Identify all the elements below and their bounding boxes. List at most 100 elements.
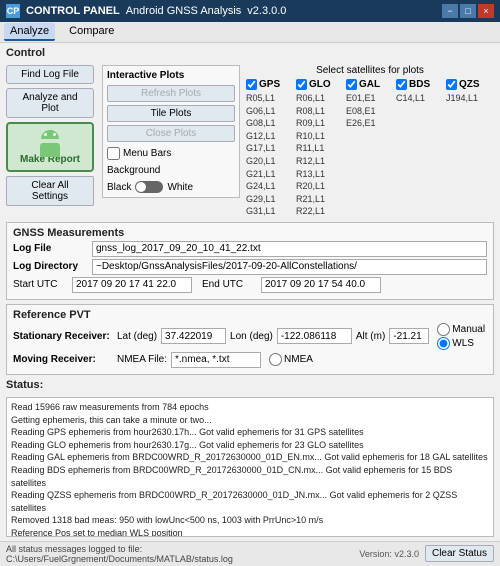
title-bar: CP CONTROL PANEL Android GNSS Analysis v… — [0, 0, 500, 22]
menu-analyze[interactable]: Analyze — [4, 23, 55, 41]
list-item: C14,L1 — [396, 92, 444, 105]
end-utc-input[interactable] — [261, 277, 381, 293]
log-dir-label: Log Directory — [13, 261, 88, 272]
alt-label: Alt (m) — [356, 331, 385, 342]
white-label: White — [167, 182, 193, 193]
list-item: G12,L1 — [246, 130, 294, 143]
bottom-bar: All status messages logged to file: C:\U… — [0, 541, 500, 566]
background-toggle[interactable] — [135, 181, 163, 193]
status-msg-3: Reading GPS ephemeris from hour2630.17h.… — [11, 426, 489, 439]
bds-label: BDS — [409, 79, 430, 90]
list-item: G20,L1 — [246, 155, 294, 168]
lon-label: Lon (deg) — [230, 331, 273, 342]
log-dir-input[interactable] — [92, 259, 487, 275]
bds-checkbox[interactable] — [396, 79, 407, 90]
glo-header: GLO — [296, 79, 344, 90]
lat-label: Lat (deg) — [117, 331, 157, 342]
bds-list: C14,L1 — [396, 92, 444, 105]
log-file-input[interactable] — [92, 241, 487, 257]
background-toggle-row: Black White — [107, 181, 235, 193]
nmea-file-input[interactable] — [171, 352, 261, 368]
wls-radio[interactable] — [437, 337, 450, 350]
main-content: Control Find Log File Analyze and Plot M… — [0, 43, 500, 541]
interactive-plots-title: Interactive Plots — [107, 70, 235, 81]
bottom-right: Version: v2.3.0 Clear Status — [359, 545, 494, 562]
manual-radio-label: Manual — [452, 324, 485, 335]
control-buttons: Find Log File Analyze and Plot Make Repo… — [6, 65, 96, 206]
version-label: Version: v2.3.0 — [359, 549, 419, 559]
glo-label: GLO — [309, 79, 331, 90]
list-item: R12,L1 — [296, 155, 344, 168]
app-version: v2.3.0.0 — [247, 5, 286, 17]
toggle-knob — [136, 182, 146, 192]
list-item: R22,L1 — [296, 205, 344, 218]
app-icon-text: CP — [7, 6, 20, 16]
wls-radio-row: WLS — [437, 337, 485, 350]
utc-row: Start UTC End UTC — [13, 277, 487, 293]
analyze-and-plot-button[interactable]: Analyze and Plot — [6, 88, 94, 118]
list-item: G29,L1 — [246, 193, 294, 206]
list-item: J194,L1 — [446, 92, 494, 105]
start-utc-input[interactable] — [72, 277, 192, 293]
gal-header: GAL — [346, 79, 394, 90]
pvt-radio-group: Manual WLS — [437, 323, 485, 350]
alt-input[interactable] — [389, 328, 429, 344]
find-log-file-button[interactable]: Find Log File — [6, 65, 94, 84]
gnss-section-label: GNSS Measurements — [13, 227, 487, 239]
qzs-list: J194,L1 — [446, 92, 494, 105]
gal-checkbox[interactable] — [346, 79, 357, 90]
manual-radio[interactable] — [437, 323, 450, 336]
gps-checkbox[interactable] — [246, 79, 257, 90]
plot-buttons: Refresh Plots Tile Plots Close Plots Men… — [107, 85, 235, 193]
status-msg-6: Reading BDS ephemeris from BRDC00WRD_R_2… — [11, 464, 489, 489]
interactive-plots-panel: Interactive Plots Refresh Plots Tile Plo… — [102, 65, 240, 198]
menu-compare[interactable]: Compare — [63, 23, 120, 41]
make-report-button[interactable]: Make Report — [6, 122, 94, 172]
satellite-selection-panel: Select satellites for plots GPS R05,L1 G… — [246, 65, 494, 218]
log-file-row: Log File — [13, 241, 487, 257]
nmea-radio[interactable] — [269, 353, 282, 366]
menu-bars-checkbox[interactable] — [107, 147, 120, 160]
pvt-section-label: Reference PVT — [13, 309, 487, 321]
list-item: E26,E1 — [346, 117, 394, 130]
list-item: R11,L1 — [296, 142, 344, 155]
gps-column: GPS R05,L1 G06,L1 G08,L1 G12,L1 G17,L1 G… — [246, 79, 294, 218]
list-item: G08,L1 — [246, 117, 294, 130]
android-eye-left — [44, 133, 47, 136]
android-icon — [36, 130, 64, 152]
menu-bars-label: Menu Bars — [123, 148, 171, 159]
log-file-label: Log File — [13, 243, 88, 254]
list-item: G31,L1 — [246, 205, 294, 218]
maximize-button[interactable]: □ — [460, 4, 476, 18]
list-item: R06,L1 — [296, 92, 344, 105]
list-item: G24,L1 — [246, 180, 294, 193]
android-body — [40, 143, 60, 157]
nmea-radio-row: NMEA — [269, 353, 313, 366]
status-msg-5: Reading GAL ephemeris from BRDC00WRD_R_2… — [11, 451, 489, 464]
minimize-button[interactable]: − — [442, 4, 458, 18]
glo-checkbox[interactable] — [296, 79, 307, 90]
status-messages-panel: Read 15966 raw measurements from 784 epo… — [6, 397, 494, 537]
list-item: R05,L1 — [246, 92, 294, 105]
gal-list: E01,E1 E08,E1 E26,E1 — [346, 92, 394, 130]
moving-label: Moving Receiver: — [13, 354, 113, 365]
list-item: E08,E1 — [346, 105, 394, 118]
clear-all-settings-button[interactable]: Clear All Settings — [6, 176, 94, 206]
qzs-checkbox[interactable] — [446, 79, 457, 90]
lat-input[interactable] — [161, 328, 226, 344]
clear-status-button[interactable]: Clear Status — [425, 545, 494, 562]
status-msg-4: Reading GLO ephemeris from hour2630.17g.… — [11, 439, 489, 452]
close-plots-button[interactable]: Close Plots — [107, 125, 235, 142]
control-section-label: Control — [6, 47, 494, 59]
glo-column: GLO R06,L1 R08,L1 R09,L1 R10,L1 R11,L1 R… — [296, 79, 344, 218]
tile-plots-button[interactable]: Tile Plots — [107, 105, 235, 122]
close-button[interactable]: × — [478, 4, 494, 18]
window-controls: − □ × — [442, 4, 494, 18]
refresh-plots-button[interactable]: Refresh Plots — [107, 85, 235, 102]
glo-list: R06,L1 R08,L1 R09,L1 R10,L1 R11,L1 R12,L… — [296, 92, 344, 218]
end-utc-label: End UTC — [202, 279, 257, 290]
app-icon: CP — [6, 4, 20, 18]
lon-input[interactable] — [277, 328, 352, 344]
log-file-path: C:\Users/FuelGrgnement/Documents/MATLAB/… — [6, 554, 233, 564]
gal-label: GAL — [359, 79, 380, 90]
